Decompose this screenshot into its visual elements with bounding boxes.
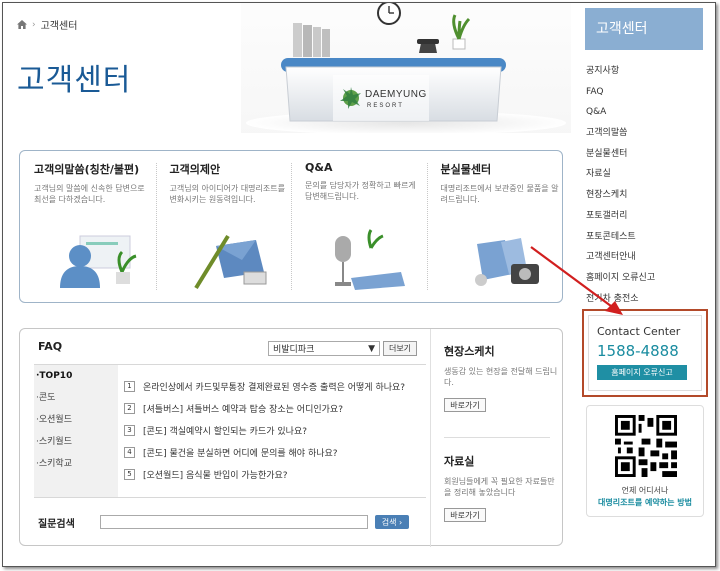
home-icon[interactable] [17, 20, 27, 29]
quick-item-lost-found[interactable]: 분실물센터 대명리조트에서 보관중인 물품을 알려드립니다. [426, 151, 563, 302]
hero-brand-name: DAEMYUNG [365, 89, 427, 100]
qr-box: 언제 어디서나 대명리조트를 예약하는 방법 [586, 405, 704, 517]
page-title: 고객센터 [17, 63, 132, 98]
sidebar-item-archive[interactable]: 자료실 [586, 164, 706, 185]
faq-category-list: ·TOP10 ·콘도 ·오션월드 ·스키월드 ·스키학교 [34, 365, 118, 497]
faq-question[interactable]: 1 온라인상에서 카드및무통장 결제완료된 영수증 출력은 어떻게 하나요? [124, 375, 424, 397]
faq-category-condo[interactable]: ·콘도 [34, 387, 118, 409]
hero-illustration: DAEMYUNG RESORT [241, 3, 571, 135]
faq-question-number: 2 [124, 402, 135, 414]
contact-label: Contact Center [597, 325, 681, 338]
faq-category-ski-world[interactable]: ·스키월드 [34, 431, 118, 453]
archive-title: 자료실 [444, 455, 475, 468]
faq-question-text: [콘도] 물건을 분실하면 어디에 문의를 해야 하나요? [143, 448, 338, 459]
sidebar-item-voice[interactable]: 고객의말씀 [586, 123, 706, 144]
sidebar-item-qna[interactable]: Q&A [586, 102, 706, 123]
faq-question[interactable]: 3 [콘도] 객실예약시 할인되는 카드가 있나요? [124, 419, 424, 441]
sidebar-item-sketch[interactable]: 현장스케치 [586, 185, 706, 206]
contact-number: 1588-4888 [597, 342, 679, 360]
folder-camera-icon [474, 238, 539, 286]
archive-go-button[interactable]: 바로가기 [444, 508, 486, 522]
faq-question-number: 1 [124, 380, 135, 392]
customer-card-icon [60, 235, 137, 288]
quick-item-title: 고객의말씀(칭찬/불편) [34, 163, 140, 176]
faq-question[interactable]: 2 [셔틀버스] 셔틀버스 예약과 탑승 장소는 어디인가요? [124, 397, 424, 419]
breadcrumb-separator-icon: › [32, 19, 36, 30]
contact-center-box: Contact Center 1588-4888 홈페이지 오류신고 [582, 309, 708, 397]
faq-title: FAQ [38, 340, 63, 353]
faq-category-top10[interactable]: ·TOP10 [34, 365, 118, 387]
quick-item-title: Q&A [305, 161, 333, 174]
faq-question-number: 4 [124, 446, 135, 458]
breadcrumb: › 고객센터 [17, 17, 77, 32]
faq-more-button[interactable]: 더보기 [383, 341, 417, 356]
faq-question[interactable]: 5 [오션월드] 음식물 반입이 가능한가요? [124, 463, 424, 485]
faq-resort-select[interactable]: 비발디파크 ▼ [268, 341, 380, 356]
sidebar-item-faq[interactable]: FAQ [586, 82, 706, 103]
hero-brand-sub: RESORT [367, 103, 404, 109]
microphone-icon [335, 229, 405, 290]
envelope-pen-icon [193, 234, 266, 290]
sidebar-item-photo-gallery[interactable]: 포토갤러리 [586, 206, 706, 227]
sketch-title: 현장스케치 [444, 345, 495, 358]
sidebar-item-lost-found[interactable]: 분실물센터 [586, 144, 706, 165]
quick-item-desc: 문의를 담당자가 정확하고 빠르게 답변해드립니다. [305, 181, 416, 201]
faq-category-ski-school[interactable]: ·스키학교 [34, 453, 118, 475]
qr-caption: 언제 어디서나 [621, 486, 669, 495]
quick-item-title: 분실물센터 [440, 163, 492, 176]
faq-select-value: 비발디파크 [273, 345, 315, 355]
qr-link[interactable]: 대명리조트를 예약하는 방법 [587, 497, 703, 508]
faq-question-number: 3 [124, 424, 135, 436]
faq-question[interactable]: 4 [콘도] 물건을 분실하면 어디에 문의를 해야 하나요? [124, 441, 424, 463]
quick-menu: 고객의말씀(칭찬/불편) 고객님의 말씀에 신속한 답변으로 최선을 다하겠습니… [19, 150, 563, 303]
page-frame: › 고객센터 고객센터 DAEMYUNG RESORT 고객의말씀(칭찬/불편)… [2, 2, 716, 567]
sidebar-title: 고객센터 [585, 8, 703, 50]
sketch-section: 현장스케치 생동감 있는 현장을 전달해 드립니다. 바로가기 [444, 343, 559, 412]
sidebar-item-ev-charging[interactable]: 전기차 충전소 [586, 289, 706, 310]
faq-category-ocean-world[interactable]: ·오션월드 [34, 409, 118, 431]
quick-item-qna[interactable]: Q&A 문의를 담당자가 정확하고 빠르게 답변해드립니다. [291, 151, 427, 302]
faq-panel: FAQ 비발디파크 ▼ 더보기 ·TOP10 ·콘도 ·오션월드 ·스키월드 ·… [19, 328, 564, 547]
quick-item-desc: 고객님의 아이디어가 대명리조트를 변화시키는 원동력입니다. [169, 184, 286, 204]
sketch-desc: 생동감 있는 현장을 전달해 드립니다. [444, 367, 558, 387]
breadcrumb-current: 고객센터 [40, 21, 78, 32]
faq-question-text: [셔틀버스] 셔틀버스 예약과 탑승 장소는 어디인가요? [143, 404, 343, 415]
sidebar-item-photo-contest[interactable]: 포토콘테스트 [586, 227, 706, 248]
faq-question-number: 5 [124, 468, 135, 480]
archive-section: 자료실 회원님들에게 꼭 필요한 자료들만을 정리해 놓았습니다 바로가기 [444, 453, 559, 522]
faq-question-text: [오션월드] 음식물 반입이 가능한가요? [143, 470, 288, 481]
quick-item-desc: 고객님의 말씀에 신속한 답변으로 최선을 다하겠습니다. [34, 184, 145, 204]
faq-question-text: [콘도] 객실예약시 할인되는 카드가 있나요? [143, 426, 308, 437]
quick-item-voice[interactable]: 고객의말씀(칭찬/불편) 고객님의 말씀에 신속한 답변으로 최선을 다하겠습니… [20, 151, 156, 302]
archive-desc: 회원님들에게 꼭 필요한 자료들만을 정리해 놓았습니다 [444, 477, 555, 497]
faq-search-label: 질문검색 [38, 519, 75, 530]
faq-question-list: 1 온라인상에서 카드및무통장 결제완료된 영수증 출력은 어떻게 하나요? 2… [124, 375, 424, 485]
quick-item-title: 고객의제안 [169, 163, 221, 176]
sidebar-item-notice[interactable]: 공지사항 [586, 61, 706, 82]
faq-question-text: 온라인상에서 카드및무통장 결제완료된 영수증 출력은 어떻게 하나요? [143, 382, 406, 393]
divider [34, 497, 426, 498]
chevron-down-icon: ▼ [368, 343, 375, 354]
sidebar-menu: 공지사항 FAQ Q&A 고객의말씀 분실물센터 자료실 현장스케치 포토갤러리… [586, 61, 706, 309]
error-report-button[interactable]: 홈페이지 오류신고 [597, 365, 687, 380]
sidebar-item-error-report[interactable]: 홈페이지 오류신고 [586, 268, 706, 289]
faq-search-button[interactable]: 검색 › [375, 515, 409, 529]
side-links-column: 현장스케치 생동감 있는 현장을 전달해 드립니다. 바로가기 자료실 회원님들… [430, 329, 564, 547]
divider [444, 437, 550, 438]
sketch-go-button[interactable]: 바로가기 [444, 398, 486, 412]
quick-item-desc: 대명리조트에서 보관중인 물품을 알려드립니다. [440, 184, 559, 204]
quick-item-suggestion[interactable]: 고객의제안 고객님의 아이디어가 대명리조트를 변화시키는 원동력입니다. [155, 151, 292, 302]
qr-code-icon[interactable] [615, 415, 677, 477]
faq-search-input[interactable] [100, 515, 368, 529]
sidebar-item-cs-guide[interactable]: 고객센터안내 [586, 247, 706, 268]
